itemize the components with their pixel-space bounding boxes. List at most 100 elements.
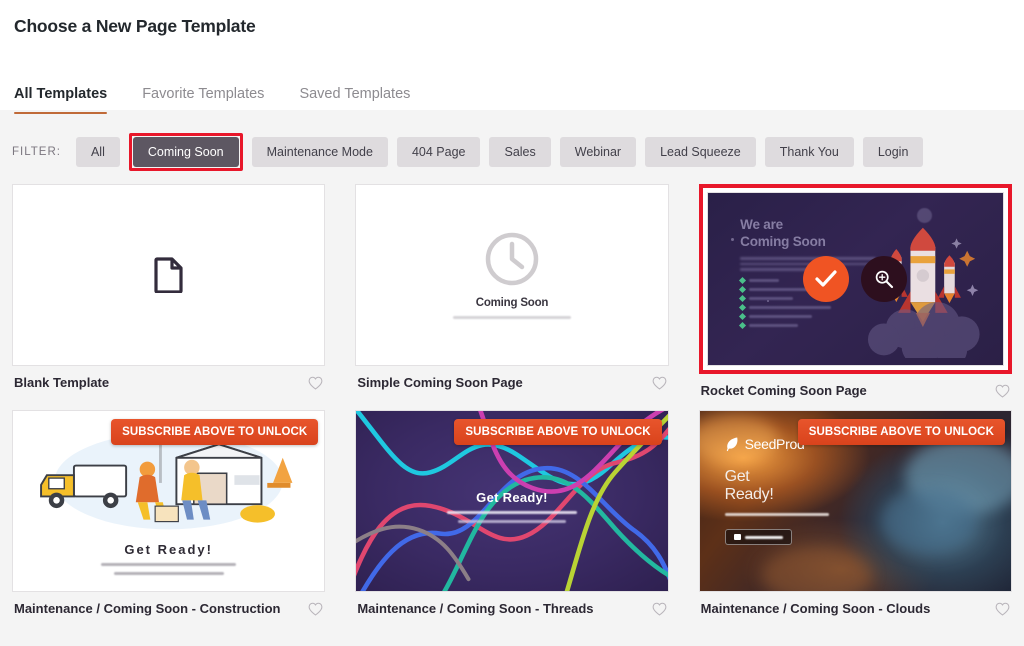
clouds-heading-line2: Ready!: [724, 486, 774, 504]
template-thumb-outer-simple: Coming Soon: [355, 184, 669, 366]
construction-preview-subtext: [101, 563, 237, 566]
filter-button-sales[interactable]: Sales: [489, 136, 551, 168]
filter-button-coming-soon[interactable]: Coming Soon: [132, 136, 239, 168]
tab-saved-templates[interactable]: Saved Templates: [299, 86, 410, 114]
clouds-preview-subtext: [724, 513, 829, 516]
filter-button-maintenance-mode[interactable]: Maintenance Mode: [251, 136, 388, 168]
filter-wrap-thank-you: Thank You: [764, 136, 854, 168]
template-title-rocket-coming-soon: Rocket Coming Soon Page: [700, 383, 867, 398]
tab-favorite-templates-label: Favorite Templates: [142, 86, 265, 102]
template-card-clouds: SeedProd Get Ready! SUBSCRIBE ABOVE TO U…: [698, 410, 1012, 624]
select-template-button[interactable]: [803, 256, 850, 302]
tab-saved-templates-label: Saved Templates: [299, 86, 411, 102]
filter-label: FILTER:: [12, 146, 61, 158]
template-thumbnail-rocket-coming-soon[interactable]: We are Coming Soon: [706, 192, 1004, 366]
blank-preview: [13, 185, 325, 365]
document-icon: [154, 257, 183, 293]
rocket-preview: We are Coming Soon: [707, 193, 1003, 365]
favorite-heart-icon-construction[interactable]: [308, 602, 323, 616]
template-footer-clouds: Maintenance / Coming Soon - Clouds: [699, 592, 1012, 624]
clouds-preview-heading: Get Ready!: [725, 468, 829, 504]
filter-wrap-coming-soon: Coming Soon: [128, 132, 243, 172]
template-card-rocket-coming-soon: We are Coming Soon Rocket Coming Soon Pa…: [698, 184, 1012, 406]
template-thumb-outer-threads: Get Ready! SUBSCRIBE ABOVE TO UNLOCK: [355, 410, 669, 592]
template-title-blank: Blank Template: [14, 375, 110, 390]
construction-preview-heading: Get Ready!: [124, 542, 213, 557]
subscribe-badge-threads[interactable]: SUBSCRIBE ABOVE TO UNLOCK: [454, 419, 662, 445]
cloud-puff-2: [881, 489, 977, 553]
simple-preview-heading: Coming Soon: [475, 297, 549, 309]
filter-wrap-maintenance-mode: Maintenance Mode: [251, 136, 388, 168]
preview-template-button[interactable]: [861, 256, 908, 302]
cloud-puff-3: [761, 547, 872, 591]
simple-coming-soon-preview: Coming Soon: [356, 185, 668, 365]
threads-caption: Get Ready!: [356, 490, 667, 524]
filter-wrap-lead-squeeze: Lead Squeeze: [645, 136, 756, 168]
clock-icon: [485, 232, 539, 286]
template-thumb-outer-construction: Get Ready! SUBSCRIBE ABOVE TO UNLOCK: [12, 410, 326, 592]
template-footer-simple: Simple Coming Soon Page: [355, 366, 668, 398]
tab-all-templates-label: All Templates: [14, 86, 108, 102]
clouds-contact-button-label: [744, 535, 783, 539]
subscribe-badge-clouds[interactable]: SUBSCRIBE ABOVE TO UNLOCK: [797, 419, 1005, 445]
template-title-simple-coming-soon: Simple Coming Soon Page: [357, 375, 523, 390]
filter-button-webinar[interactable]: Webinar: [559, 136, 637, 168]
construction-preview-contact: [113, 572, 224, 575]
template-thumbnail-clouds[interactable]: SeedProd Get Ready! SUBSCRIBE ABOVE TO U…: [698, 410, 1012, 592]
template-thumbnail-blank[interactable]: [12, 184, 326, 366]
template-title-clouds: Maintenance / Coming Soon - Clouds: [700, 601, 931, 616]
template-footer-blank: Blank Template: [12, 366, 325, 398]
threads-preview-contact: [457, 520, 566, 524]
template-thumb-outer-rocket: We are Coming Soon: [698, 184, 1012, 374]
template-thumbnail-threads[interactable]: Get Ready! SUBSCRIBE ABOVE TO UNLOCK: [355, 410, 669, 592]
template-hover-actions: [708, 193, 1003, 365]
threads-preview-heading: Get Ready!: [476, 490, 548, 506]
template-grid: Blank Template Coming Soon Simple Coming: [0, 172, 1024, 624]
filter-wrap-webinar: Webinar: [559, 136, 637, 168]
filter-button-thank-you[interactable]: Thank You: [764, 136, 854, 168]
template-card-threads: Get Ready! SUBSCRIBE ABOVE TO UNLOCK Mai…: [355, 410, 669, 624]
filter-wrap-sales: Sales: [489, 136, 551, 168]
filter-wrap-login: Login: [862, 136, 924, 168]
check-icon: [815, 270, 837, 287]
template-card-simple-coming-soon: Coming Soon Simple Coming Soon Page: [355, 184, 669, 406]
threads-preview-subtext: [446, 511, 577, 515]
template-footer-construction: Maintenance / Coming Soon - Construction: [12, 592, 325, 624]
magnifier-zoom-icon: [876, 270, 894, 289]
template-footer-rocket: Rocket Coming Soon Page: [699, 374, 1012, 406]
template-card-construction: Get Ready! SUBSCRIBE ABOVE TO UNLOCK Mai…: [12, 410, 326, 624]
clouds-contact-button[interactable]: [724, 529, 792, 545]
template-title-construction: Maintenance / Coming Soon - Construction: [14, 601, 281, 616]
filter-button-login[interactable]: Login: [862, 136, 924, 168]
seedprod-brand-name: SeedProd: [744, 436, 805, 453]
template-thumbnail-construction[interactable]: Get Ready! SUBSCRIBE ABOVE TO UNLOCK: [12, 410, 326, 592]
envelope-icon: [733, 534, 741, 540]
clouds-content: SeedProd Get Ready!: [724, 436, 829, 545]
filter-button-all[interactable]: All: [75, 136, 120, 168]
construction-caption: Get Ready!: [13, 542, 324, 575]
filter-wrap-404-page: 404 Page: [396, 136, 481, 168]
template-thumbnail-simple-coming-soon[interactable]: Coming Soon: [355, 184, 669, 366]
clouds-heading-line1: Get: [724, 468, 750, 486]
filter-button-404-page[interactable]: 404 Page: [396, 136, 481, 168]
favorite-heart-icon-threads[interactable]: [652, 602, 667, 616]
template-card-blank: Blank Template: [12, 184, 326, 406]
favorite-heart-icon-simple[interactable]: [652, 376, 667, 390]
filter-button-lead-squeeze[interactable]: Lead Squeeze: [645, 136, 756, 168]
tab-favorite-templates[interactable]: Favorite Templates: [142, 86, 264, 114]
favorite-heart-icon-rocket[interactable]: [995, 384, 1010, 398]
simple-preview-subtext: [452, 316, 571, 319]
favorite-heart-icon-clouds[interactable]: [995, 602, 1010, 616]
page-header: Choose a New Page Template All Templates…: [0, 0, 1024, 114]
template-thumb-outer-blank: [12, 184, 326, 366]
template-title-threads: Maintenance / Coming Soon - Threads: [357, 601, 594, 616]
filter-bar: FILTER: All Coming Soon Maintenance Mode…: [0, 110, 1024, 172]
seedprod-leaf-icon: [726, 437, 738, 452]
subscribe-badge-construction[interactable]: SUBSCRIBE ABOVE TO UNLOCK: [111, 419, 319, 445]
template-thumb-outer-clouds: SeedProd Get Ready! SUBSCRIBE ABOVE TO U…: [698, 410, 1012, 592]
page-title: Choose a New Page Template: [14, 16, 256, 36]
tab-all-templates[interactable]: All Templates: [14, 86, 108, 114]
template-tabs: All Templates Favorite Templates Saved T…: [12, 74, 1012, 114]
filter-wrap-all: All: [75, 136, 120, 168]
favorite-heart-icon-blank[interactable]: [308, 376, 323, 390]
